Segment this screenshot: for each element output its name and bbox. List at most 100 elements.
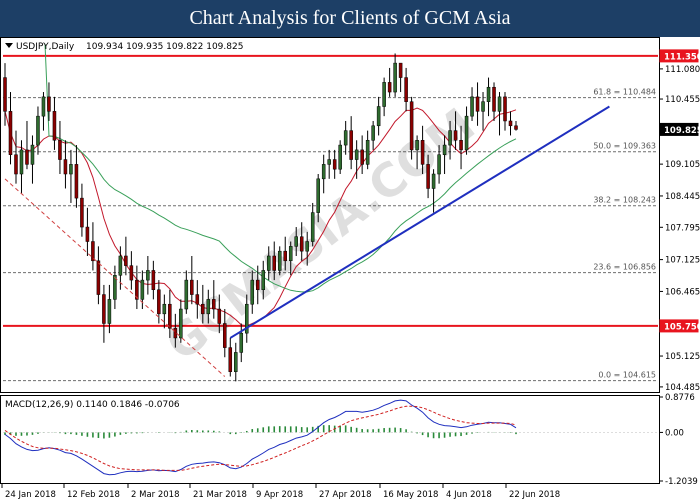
candle-body-bear (3, 77, 7, 112)
candle-body-bull (294, 236, 298, 247)
x-axis-label: 27 Apr 2018 (319, 490, 372, 500)
fibonacci-label: 23.6 = 106.856 (593, 263, 656, 272)
candle-body-bull (437, 154, 441, 175)
price-axis-label: 109.105 (665, 160, 700, 170)
candle-body-bull (266, 255, 271, 271)
candle-body-bull (448, 130, 452, 146)
level-price-tag: 105.750 (664, 322, 700, 332)
fibonacci-label: 61.8 = 110.484 (593, 88, 656, 97)
candle-body-bear (47, 96, 51, 112)
candle-body-bear (91, 241, 95, 262)
candle-body-bear (96, 260, 101, 295)
candle-body-bear (349, 130, 353, 160)
candle-body-bull (470, 96, 474, 117)
candle-body-bear (475, 96, 480, 112)
candle-body-bull (393, 62, 397, 93)
candle-body-bull (442, 144, 447, 155)
candle-body-bull (36, 115, 40, 146)
candle-body-bear (201, 303, 205, 315)
symbol-label: USDJPY,Daily (16, 42, 75, 52)
candle-body-bear (157, 289, 161, 315)
price-axis-label: 107.125 (665, 256, 700, 266)
fibonacci-label: 0.0 = 104.615 (598, 371, 656, 380)
candle-body-bear (168, 303, 172, 329)
candle-body-bull (30, 144, 35, 165)
candle-body-bull (431, 173, 436, 189)
candle-body-bull (41, 96, 46, 117)
chart-title: Chart Analysis for Clients of GCM Asia (0, 0, 700, 37)
candle-body-bear (85, 226, 90, 242)
candle-body-bull (162, 303, 167, 315)
candle-body-bull (343, 130, 348, 146)
candle-body-bear (404, 77, 408, 102)
candle-body-bull (234, 352, 238, 372)
candle-body-bear (52, 111, 57, 141)
candle-body-bull (486, 86, 491, 102)
x-axis-label: 22 Jun 2018 (509, 490, 560, 500)
chart-area: 61.8 = 110.484 50.0 = 109.363 38.2 = 108.2… (0, 37, 700, 500)
candle-body-bull (376, 106, 381, 127)
candle-body-bull (250, 279, 255, 305)
x-axis-label: 12 Feb 2018 (67, 490, 120, 500)
candle-body-bull (321, 164, 326, 180)
candle-body-bear (453, 130, 458, 141)
x-axis-label: 9 Apr 2018 (256, 490, 303, 500)
candle-body-bull (239, 332, 244, 353)
ohlc-label: 109.934 109.935 109.822 109.825 (86, 42, 243, 52)
candle-body-bear (508, 120, 513, 127)
candle-body-bull (107, 299, 112, 324)
x-axis-label: 16 May 2018 (383, 490, 438, 500)
candle-body-bull (371, 125, 375, 141)
candle-body-bear (129, 265, 134, 281)
candle-body-bull (118, 255, 123, 276)
candle-body-bear (151, 270, 156, 290)
candle-body-bear (514, 125, 518, 130)
candle-body-bear (459, 140, 463, 151)
candle-body-bear (8, 111, 13, 155)
candle-body-bull (481, 101, 485, 112)
candle-body-bear (228, 347, 233, 372)
macd-axis-label: 0.00 (665, 428, 684, 438)
candle-body-bull (179, 308, 183, 339)
candle-body-bear (420, 140, 425, 165)
x-axis-label: 24 Jan 2018 (5, 490, 56, 500)
candle-body-bear (63, 159, 68, 175)
candle-body-bear (58, 140, 62, 160)
candle-body-bear (360, 149, 364, 165)
price-axis-label: 108.445 (665, 192, 700, 202)
candle-body-bear (272, 255, 276, 271)
candle-body-bull (382, 82, 386, 107)
price-axis-label: 106.465 (665, 287, 700, 297)
candle-body-bear (409, 101, 414, 151)
candle-body-bull (288, 246, 293, 262)
candle-body-bull (464, 115, 469, 151)
level-price-tag: 111.350 (664, 52, 700, 62)
price-axis-label: 111.080 (665, 65, 700, 75)
price-axis-label: 107.795 (665, 223, 700, 233)
candle-body-bull (354, 149, 359, 160)
candlestick (409, 96, 414, 160)
fibonacci-label: 50.0 = 109.363 (593, 142, 656, 151)
macd-axis-label: -1.2039 (665, 477, 698, 487)
candle-body-bull (316, 178, 320, 213)
price-axis-label: 110.455 (665, 95, 700, 105)
candle-body-bear (124, 255, 128, 266)
candle-body-bear (398, 62, 403, 78)
candle-body-bull (310, 212, 315, 242)
candle-body-bear (387, 82, 392, 93)
candle-body-bull (365, 140, 370, 165)
candle-body-bull (305, 241, 309, 252)
candle-body-bear (283, 250, 287, 262)
candle-body-bull (338, 144, 342, 170)
x-axis-label: 21 Mar 2018 (193, 490, 247, 500)
price-axis-label: 104.485 (665, 383, 700, 393)
candle-body-bear (223, 323, 227, 348)
price-axis-label: 105.125 (665, 352, 700, 362)
candle-body-bear (426, 164, 430, 189)
candle-body-bear (195, 294, 200, 305)
candle-body-bear (217, 308, 222, 324)
candle-body-bull (184, 279, 189, 310)
candle-body-bear (190, 279, 194, 295)
candle-body-bull (327, 159, 331, 165)
candle-body-bear (492, 86, 496, 112)
